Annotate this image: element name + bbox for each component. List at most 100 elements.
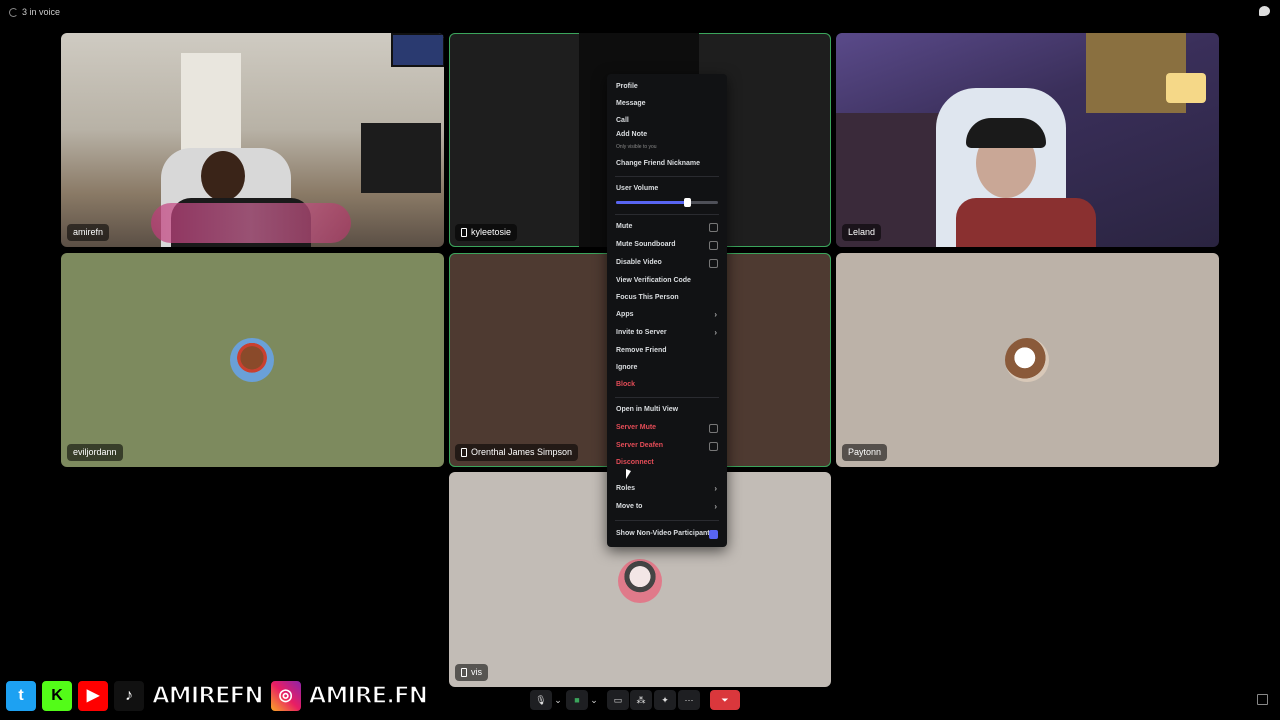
menu-separator [615,214,719,215]
menu-item-mute-soundboard[interactable]: Mute Soundboard [616,238,718,252]
menu-item-focus-person[interactable]: Focus This Person [616,291,718,305]
user-context-menu: Profile Message Call Add Note Only visib… [607,74,727,547]
user-volume-slider[interactable] [616,198,718,207]
menu-item-move-to[interactable]: Move to › [616,500,718,514]
menu-item-open-multi-view[interactable]: Open in Multi View [616,403,718,417]
camera-button[interactable]: ■ [566,690,588,710]
menu-label: Server Mute [616,424,657,431]
more-options-button[interactable]: ⋯ [678,690,700,710]
menu-label: Open in Multi View [616,406,679,413]
mouse-cursor [626,469,631,479]
chevron-down-icon[interactable]: ⌄ [588,690,600,710]
menu-label: Block [616,381,636,388]
video-tile-leland[interactable]: Leland [836,33,1219,247]
participant-nametag: vis [455,664,488,681]
menu-item-invite-server[interactable]: Invite to Server › [616,326,718,340]
chevron-right-icon: › [714,310,717,319]
microphone-button[interactable]: 🎙 [530,690,552,710]
participant-name: vis [471,667,482,677]
menu-item-remove-friend[interactable]: Remove Friend [616,344,718,358]
menu-item-disable-video[interactable]: Disable Video [616,256,718,270]
title-bar: 3 in voice [0,0,1280,24]
menu-item-profile[interactable]: Profile [616,80,718,94]
menu-label: Focus This Person [616,294,679,301]
menu-item-mute[interactable]: Mute [616,220,718,234]
avatar [230,338,274,382]
menu-label: Move to [616,503,643,510]
disconnect-call-button[interactable]: ⏷ [710,690,740,710]
chevron-down-icon[interactable]: ⌄ [552,690,564,710]
menu-separator [615,520,719,521]
screen-share-button[interactable]: ▭ [607,690,629,710]
chevron-right-icon: › [714,484,717,493]
mobile-icon [461,228,467,237]
menu-label: Call [616,117,629,124]
menu-item-block[interactable]: Block [616,378,718,392]
menu-item-message[interactable]: Message [616,97,718,111]
avatar-tile-eviljordann[interactable]: eviljordann [61,253,444,467]
show-non-video-checkbox[interactable] [709,530,718,539]
mute-checkbox[interactable] [709,223,718,232]
soundboard-button[interactable]: ✦ [654,690,676,710]
avatar [618,559,662,603]
menu-label: Server Deafen [616,442,664,449]
handle-text: AMIREFN [151,682,264,710]
menu-item-apps[interactable]: Apps › [616,308,718,322]
menu-item-server-deafen[interactable]: Server Deafen [616,439,718,453]
menu-label: Mute [616,223,633,230]
tiktok-icon: ♪ [112,679,146,713]
participant-name: Leland [848,227,876,237]
menu-item-disconnect[interactable]: Disconnect [616,456,718,470]
menu-label: Invite to Server [616,329,667,336]
menu-label: Disconnect [616,459,654,466]
call-controls: 🎙 ⌄ ■ ⌄ ▭ ⁂ ✦ ⋯ ⏷ [530,688,748,712]
menu-separator [615,176,719,177]
server-deafen-checkbox[interactable] [709,442,718,451]
tv-screen [391,33,444,67]
twitter-icon: t [4,679,38,713]
window-title: 3 in voice [22,7,61,17]
chat-icon[interactable] [1259,6,1270,16]
menu-label: Message [616,100,646,107]
menu-item-show-non-video[interactable]: Show Non-Video Participants [616,527,718,541]
chevron-right-icon: › [714,328,717,337]
menu-label: Show Non-Video Participants [616,530,714,537]
activities-button[interactable]: ⁂ [630,690,652,710]
menu-label: Disable Video [616,259,662,266]
menu-item-add-note[interactable]: Add Note Only visible to you [616,131,718,151]
menu-item-call[interactable]: Call [616,114,718,128]
participant-nametag: eviljordann [67,444,123,461]
menu-label: Ignore [616,364,638,371]
menu-separator [615,397,719,398]
participant-name: amirefn [73,227,104,237]
menu-item-change-nickname[interactable]: Change Friend Nickname [616,157,718,171]
menu-label: Apps [616,311,634,318]
menu-item-roles[interactable]: Roles › [616,482,718,496]
menu-item-ignore[interactable]: Ignore [616,361,718,375]
participant-name: Paytonn [848,447,882,457]
volume-handle[interactable] [684,198,692,207]
menu-label: Roles [616,485,636,492]
mute-soundboard-checkbox[interactable] [709,241,718,250]
lamp [1166,73,1206,103]
loading-icon [9,8,18,17]
fullscreen-icon[interactable] [1257,694,1268,705]
menu-sublabel: Only visible to you [616,144,657,150]
avatar-tile-paytonn[interactable]: Paytonn [836,253,1219,467]
disable-video-checkbox[interactable] [709,259,718,268]
participant-nametag: amirefn [67,224,110,241]
participant-name: Orenthal James Simpson [471,447,573,457]
avatar [1005,338,1049,382]
youtube-icon: ▶ [76,679,110,713]
blanket [151,203,351,243]
person-hat [966,118,1046,148]
server-mute-checkbox[interactable] [709,424,718,433]
menu-label: Change Friend Nickname [616,160,701,167]
shelf [361,123,441,193]
participant-nametag: Leland [842,224,882,241]
menu-item-server-mute[interactable]: Server Mute [616,421,718,435]
menu-item-view-verification[interactable]: View Verification Code [616,274,718,288]
social-overlay: t K ▶ ♪ AMIREFN ◎ AMIRE.FN [4,679,431,713]
video-tile-amirefn[interactable]: amirefn [61,33,444,247]
menu-label: Remove Friend [616,347,667,354]
